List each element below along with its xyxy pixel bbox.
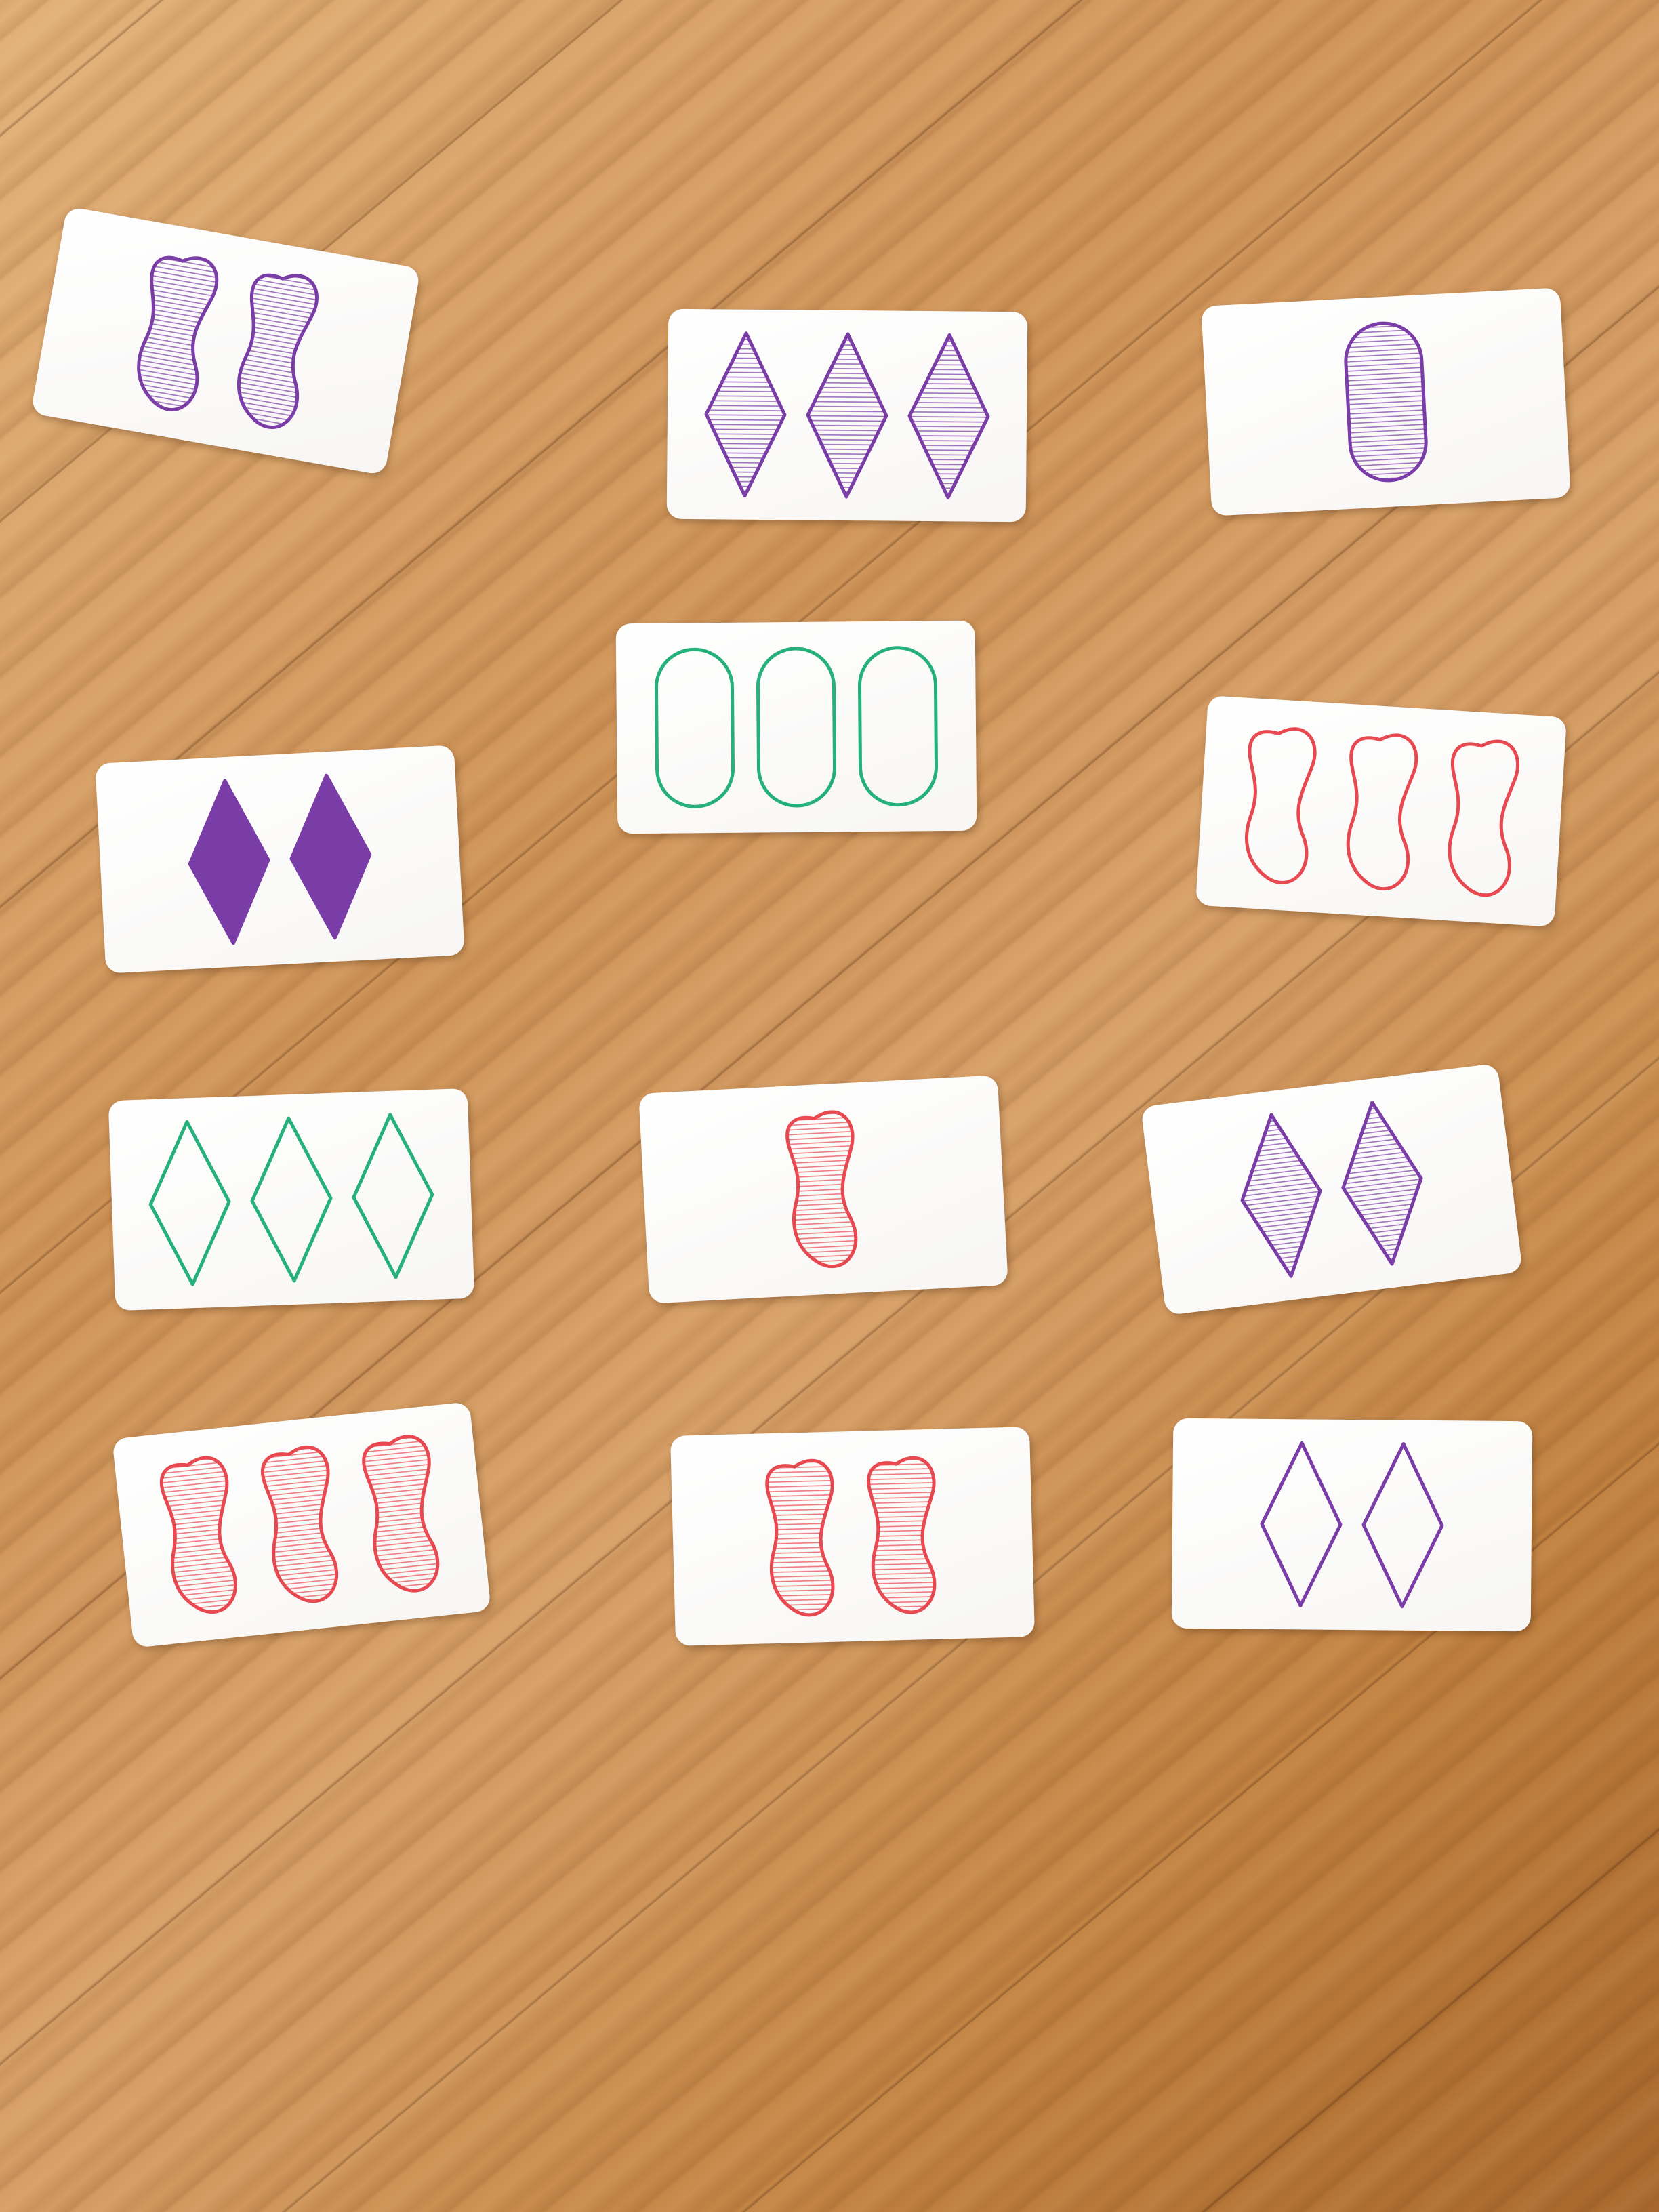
card-face <box>1344 321 1428 483</box>
set-card-5[interactable] <box>95 745 465 974</box>
diamond-symbol <box>806 332 888 499</box>
set-card-4[interactable] <box>615 620 977 834</box>
squiggle-symbol <box>867 1456 937 1614</box>
squiggle-symbol <box>785 1110 858 1269</box>
diamond-symbol <box>352 1113 434 1279</box>
squiggle-symbol <box>261 1445 339 1603</box>
squiggle-symbol <box>1448 739 1520 897</box>
card-face <box>1245 727 1520 897</box>
diamond-symbol <box>1260 1441 1343 1607</box>
squiggle-symbol <box>1245 727 1317 884</box>
squiggle-symbol <box>137 255 219 411</box>
card-face <box>785 1110 858 1269</box>
set-card-9[interactable] <box>1141 1063 1523 1316</box>
card-face <box>148 1113 434 1286</box>
diamond-symbol <box>907 333 990 499</box>
diamond-symbol <box>1240 1113 1322 1278</box>
set-card-7[interactable] <box>108 1088 475 1311</box>
card-face <box>654 646 939 808</box>
diamond-symbol <box>704 331 787 498</box>
set-card-8[interactable] <box>638 1075 1008 1304</box>
diamond-symbol <box>1361 1442 1444 1609</box>
squiggle-symbol <box>1346 733 1418 891</box>
diamond-symbol <box>188 779 270 945</box>
squiggle-symbol <box>765 1458 835 1617</box>
diamond-symbol <box>148 1120 231 1286</box>
squiggle-symbol <box>237 273 319 429</box>
set-card-11[interactable] <box>670 1427 1035 1646</box>
set-card-6[interactable] <box>1195 695 1567 927</box>
squiggle-symbol <box>159 1456 237 1614</box>
card-face <box>159 1435 440 1614</box>
card-face <box>765 1456 937 1617</box>
oval-symbol <box>654 647 735 808</box>
set-card-2[interactable] <box>666 308 1028 523</box>
oval-symbol <box>1344 321 1428 483</box>
set-card-10[interactable] <box>112 1401 491 1648</box>
oval-symbol <box>756 647 837 808</box>
card-face <box>1260 1441 1444 1609</box>
oval-symbol <box>857 646 939 807</box>
card-face <box>1240 1101 1423 1278</box>
diamond-symbol <box>1341 1101 1423 1266</box>
set-card-3[interactable] <box>1201 287 1571 516</box>
set-card-12[interactable] <box>1171 1418 1533 1632</box>
diamond-symbol <box>289 773 372 940</box>
squiggle-symbol <box>362 1435 440 1593</box>
card-face <box>704 331 990 499</box>
diamond-symbol <box>250 1116 333 1283</box>
card-face <box>188 773 372 945</box>
